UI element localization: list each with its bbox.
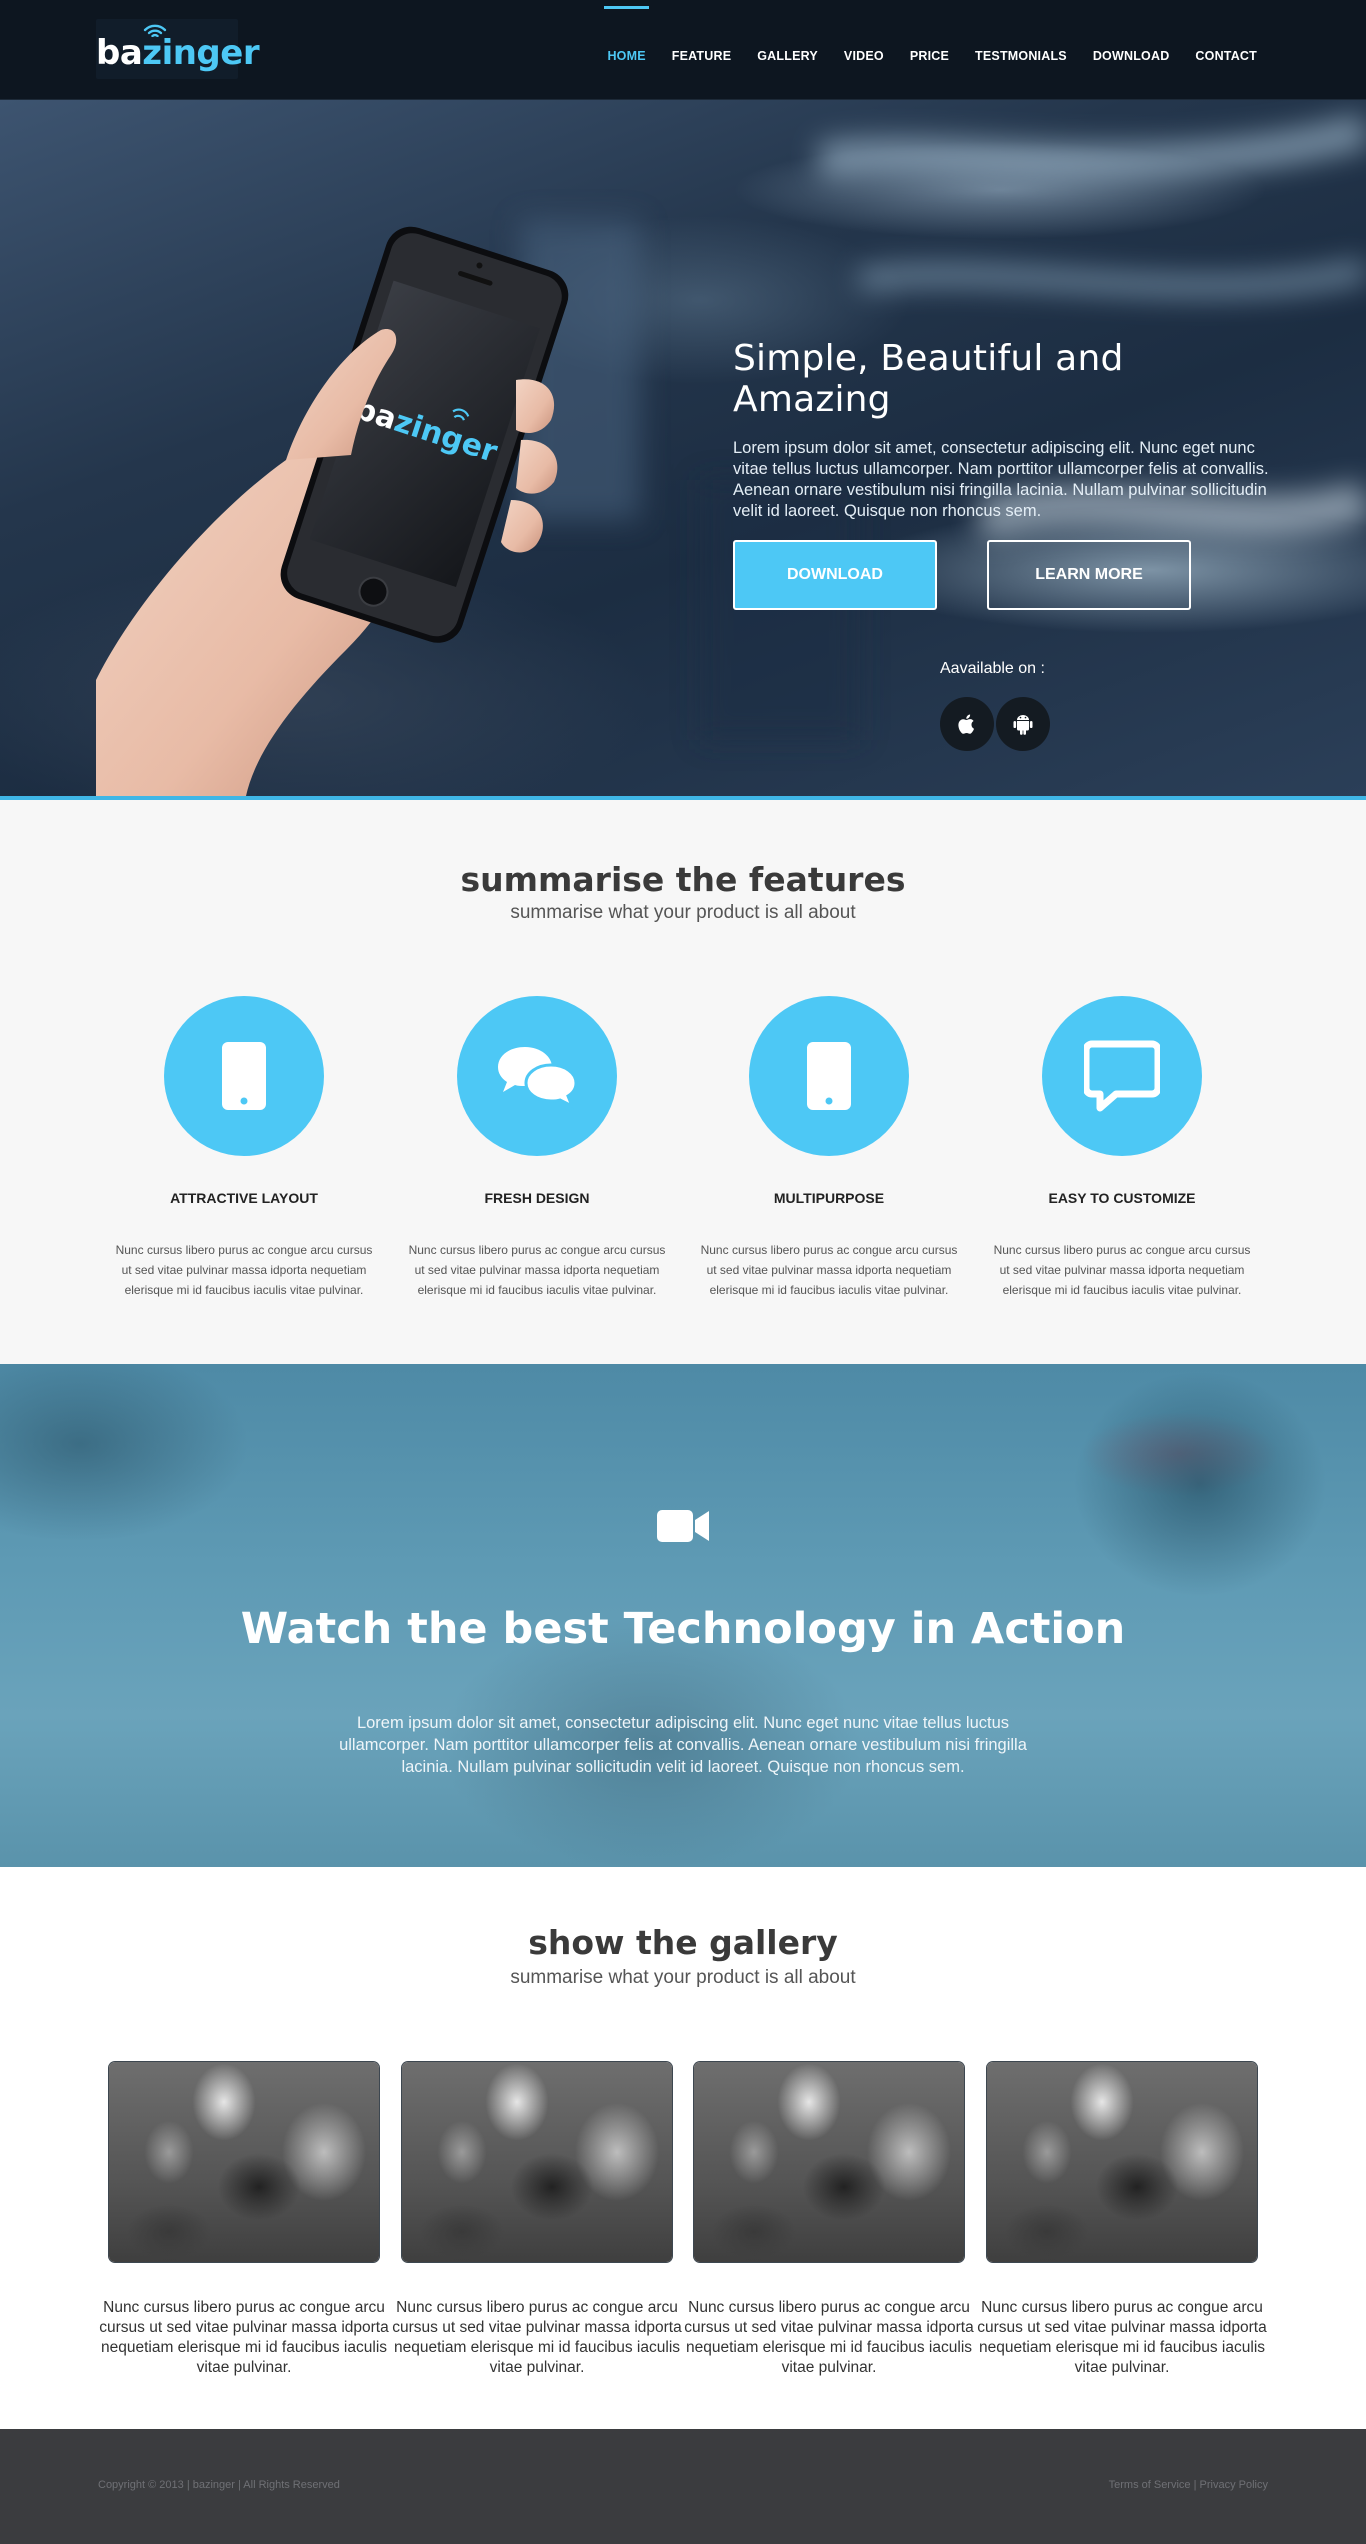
gallery-image[interactable] xyxy=(987,2062,1257,2262)
gallery-caption: Nunc cursus libero purus ac congue arcu … xyxy=(977,2299,1267,2376)
apple-icon xyxy=(958,714,974,734)
feature-text: Nunc cursus libero purus ac congue arcu … xyxy=(993,1243,1251,1297)
nav-feature[interactable]: FEATURE xyxy=(659,0,745,100)
video-section: Watch the best Technology in Action Lore… xyxy=(0,1364,1366,1867)
features-subtitle: summarise what your product is all about xyxy=(510,902,856,923)
gallery-item: Nunc cursus libero purus ac congue arcu … xyxy=(99,2062,389,2378)
feature-title: ATTRACTIVE LAYOUT xyxy=(170,1190,318,1206)
gallery-subtitle: summarise what your product is all about xyxy=(510,1967,856,1988)
gallery-image[interactable] xyxy=(694,2062,964,2262)
video-camera-icon[interactable] xyxy=(655,1506,711,1546)
logo-text-part2: zinger xyxy=(142,33,260,73)
gallery-image[interactable] xyxy=(402,2062,672,2262)
features-title: summarise the features xyxy=(460,860,906,899)
features-section: summarise the features summarise what yo… xyxy=(0,800,1366,1364)
hero-text: Lorem ipsum dolor sit amet, consectetur … xyxy=(733,439,1269,520)
gallery-caption: Nunc cursus libero purus ac congue arcu … xyxy=(99,2299,389,2376)
terms-link[interactable]: Terms of Service xyxy=(1109,2479,1191,2491)
feature-card: FRESH DESIGN Nunc cursus libero purus ac… xyxy=(407,996,667,1300)
feature-card: ATTRACTIVE LAYOUT Nunc cursus libero pur… xyxy=(114,996,374,1300)
nav-testmonials[interactable]: TESTMONIALS xyxy=(962,0,1080,100)
nav-contact[interactable]: CONTACT xyxy=(1182,0,1270,100)
footer-copyright: Copyright © 2013 | bazinger | All Rights… xyxy=(98,2479,340,2491)
feature-text: Nunc cursus libero purus ac congue arcu … xyxy=(700,1243,958,1297)
gallery-item: Nunc cursus libero purus ac congue arcu … xyxy=(977,2062,1267,2378)
available-on-label: Aavailable on : xyxy=(940,660,1045,677)
video-text: Lorem ipsum dolor sit amet, consectetur … xyxy=(339,1714,1027,1776)
android-store-button[interactable] xyxy=(996,697,1050,751)
logo[interactable]: bazinger xyxy=(96,19,260,79)
feature-title: EASY TO CUSTOMIZE xyxy=(1048,1190,1196,1206)
nav-download[interactable]: DOWNLOAD xyxy=(1080,0,1183,100)
smartphone-icon xyxy=(807,1042,851,1110)
nav-home[interactable]: HOME xyxy=(594,0,658,100)
gallery-item: Nunc cursus libero purus ac congue arcu … xyxy=(392,2062,682,2378)
footer-separator: | xyxy=(1193,2479,1197,2491)
feature-text: Nunc cursus libero purus ac congue arcu … xyxy=(408,1243,666,1297)
feature-icon-circle xyxy=(1042,996,1202,1156)
gallery-item: Nunc cursus libero purus ac congue arcu … xyxy=(684,2062,974,2378)
nav-price[interactable]: PRICE xyxy=(897,0,962,100)
feature-title: MULTIPURPOSE xyxy=(773,1190,885,1206)
logo-text-part1: ba xyxy=(96,33,143,73)
gallery-caption: Nunc cursus libero purus ac congue arcu … xyxy=(392,2299,682,2376)
privacy-link[interactable]: Privacy Policy xyxy=(1200,2479,1268,2491)
smartphone-icon xyxy=(222,1042,266,1110)
video-title: Watch the best Technology in Action xyxy=(240,1604,1126,1654)
gallery-section: show the gallery summarise what your pro… xyxy=(0,1867,1366,2429)
apple-store-button[interactable] xyxy=(940,697,994,751)
navbar: bazinger HOME FEATURE GALLERY VIDEO PRIC… xyxy=(0,0,1366,100)
chat-bubbles-icon xyxy=(498,1047,578,1109)
main-nav: HOME FEATURE GALLERY VIDEO PRICE TESTMON… xyxy=(594,0,1270,100)
learn-more-button[interactable]: LEARN MORE xyxy=(987,540,1191,610)
feature-text: Nunc cursus libero purus ac congue arcu … xyxy=(115,1243,373,1297)
nav-video[interactable]: VIDEO xyxy=(831,0,897,100)
footer-links: Terms of Service | Privacy Policy xyxy=(1109,2479,1268,2491)
footer: Copyright © 2013 | bazinger | All Rights… xyxy=(0,2429,1366,2544)
gallery-title: show the gallery xyxy=(528,1923,838,1962)
feature-icon-circle xyxy=(164,996,324,1156)
feature-card: EASY TO CUSTOMIZE Nunc cursus libero pur… xyxy=(992,996,1252,1300)
feature-card: MULTIPURPOSE Nunc cursus libero purus ac… xyxy=(699,996,959,1300)
nav-gallery[interactable]: GALLERY xyxy=(744,0,831,100)
hero-section: bazinger Simple, Beautiful and Amazing L… xyxy=(0,100,1366,800)
gallery-image[interactable] xyxy=(109,2062,379,2262)
hero-copy: Simple, Beautiful and Amazing Lorem ipsu… xyxy=(733,338,1273,522)
feature-icon-circle xyxy=(749,996,909,1156)
gallery-caption: Nunc cursus libero purus ac congue arcu … xyxy=(684,2299,974,2376)
hand-phone-image: bazinger xyxy=(96,226,569,796)
download-button[interactable]: DOWNLOAD xyxy=(733,540,937,610)
hero-title: Simple, Beautiful and Amazing xyxy=(733,338,1124,420)
logo-text: bazinger xyxy=(96,33,260,73)
message-icon xyxy=(1084,1040,1160,1112)
feature-title: FRESH DESIGN xyxy=(484,1190,590,1206)
feature-icon-circle xyxy=(457,996,617,1156)
android-icon xyxy=(1013,715,1033,735)
